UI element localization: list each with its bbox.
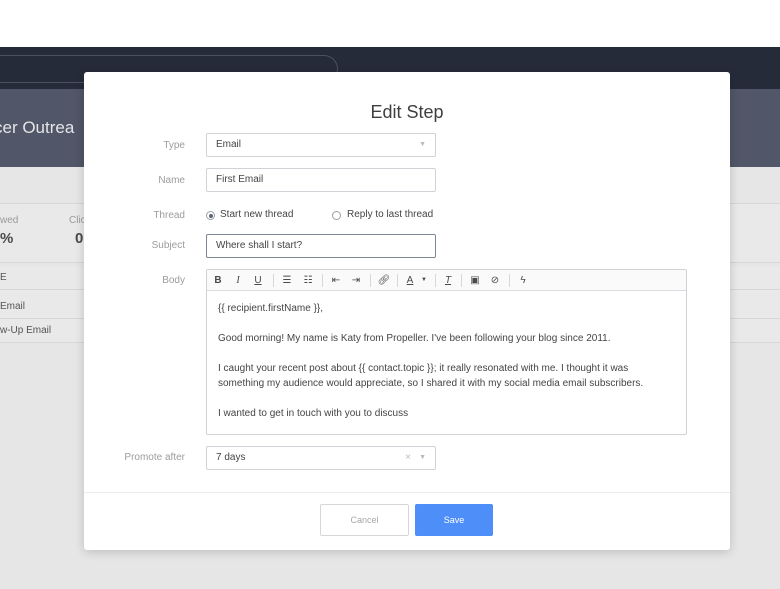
text-color-button[interactable]: A: [403, 273, 417, 288]
link-icon[interactable]: 🔗︎: [377, 273, 391, 288]
stat-label: wed: [0, 215, 19, 226]
reply-to-last-thread-radio[interactable]: [332, 211, 341, 220]
type-value: Email: [216, 139, 242, 150]
toolbar-divider: [509, 274, 510, 287]
bold-button[interactable]: B: [212, 273, 224, 288]
italic-button[interactable]: I: [232, 273, 244, 288]
bullet-list-icon[interactable]: ☰: [280, 273, 294, 288]
modal-title: Edit Step: [370, 102, 444, 122]
toolbar-divider: [461, 274, 462, 287]
name-value: First Email: [216, 174, 264, 185]
body-line: I caught your recent post about {{ conta…: [218, 363, 629, 374]
promote-after-value: 7 days: [216, 452, 246, 463]
clear-format-button[interactable]: T: [441, 273, 455, 288]
promote-after-label: Promote after: [124, 452, 185, 463]
toolbar-divider: [322, 274, 323, 287]
paperclip-icon[interactable]: ⊘: [488, 273, 502, 288]
stat-value: 0: [75, 230, 84, 247]
body-line: {{ recipient.firstName }},: [218, 303, 324, 314]
lightning-icon[interactable]: ϟ: [516, 273, 530, 288]
clear-icon[interactable]: ×: [405, 447, 411, 469]
subject-label: Subject: [151, 240, 185, 251]
footer-divider: [84, 492, 730, 493]
body-line: I wanted to get in touch with you to dis…: [218, 408, 409, 419]
campaign-title: cer Outrea: [0, 118, 75, 137]
toolbar-divider: [370, 274, 371, 287]
indent-increase-icon[interactable]: ⇥: [349, 273, 363, 288]
body-label: Body: [162, 275, 185, 286]
chevron-down-icon: ▼: [419, 141, 426, 148]
promote-after-select[interactable]: 7 days × ▼: [206, 446, 436, 470]
start-new-thread-radio[interactable]: [206, 211, 215, 220]
body-editor[interactable]: B I U ☰ ☷ ⇤ ⇥ 🔗︎ A ▼ T ▣ ⊘ ϟ {{ recipien…: [206, 269, 687, 435]
toolbar-divider: [397, 274, 398, 287]
subject-input[interactable]: Where shall I start?: [206, 234, 436, 258]
body-line: Good morning! My name is Katy from Prope…: [218, 333, 611, 344]
subject-value: Where shall I start?: [216, 240, 303, 251]
underline-button[interactable]: U: [252, 273, 264, 288]
reply-to-last-thread-label[interactable]: Reply to last thread: [347, 209, 433, 220]
body-line: something my audience would appreciate, …: [218, 378, 644, 389]
toolbar-divider: [273, 274, 274, 287]
type-select[interactable]: Email ▼: [206, 133, 436, 157]
save-button[interactable]: Save: [415, 504, 493, 536]
chevron-down-icon: ▼: [419, 454, 426, 461]
name-input[interactable]: First Email: [206, 168, 436, 192]
type-label: Type: [163, 140, 185, 151]
indent-decrease-icon[interactable]: ⇤: [329, 273, 343, 288]
chevron-down-icon[interactable]: ▼: [419, 273, 429, 288]
editor-toolbar: B I U ☰ ☷ ⇤ ⇥ 🔗︎ A ▼ T ▣ ⊘ ϟ: [207, 270, 686, 291]
thread-label: Thread: [153, 210, 185, 221]
numbered-list-icon[interactable]: ☷: [301, 273, 315, 288]
edit-step-modal: Edit Step Type Email ▼ Name First Email …: [84, 72, 730, 550]
start-new-thread-label[interactable]: Start new thread: [220, 209, 293, 220]
stat-value: %: [0, 230, 14, 247]
cancel-button[interactable]: Cancel: [320, 504, 409, 536]
toolbar-divider: [435, 274, 436, 287]
image-icon[interactable]: ▣: [468, 273, 482, 288]
name-label: Name: [158, 175, 185, 186]
